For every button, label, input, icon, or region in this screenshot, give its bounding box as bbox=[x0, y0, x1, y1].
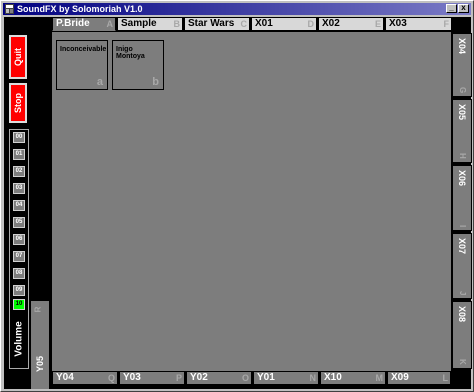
sound-pad-area: Inconceivable a Inigo Montoya b bbox=[52, 32, 451, 371]
tab-label: X07 bbox=[457, 238, 467, 255]
tab-key: I bbox=[458, 224, 467, 227]
tab-x05[interactable]: X05 H bbox=[452, 99, 472, 163]
pad-label: Inconceivable bbox=[60, 46, 107, 53]
tab-key: O bbox=[241, 373, 249, 383]
tab-key: F bbox=[443, 19, 450, 29]
sound-pad-b[interactable]: Inigo Montoya b bbox=[112, 40, 164, 90]
tab-key: N bbox=[309, 373, 317, 383]
client-area: Quit Stop 00 01 02 03 04 05 06 07 08 09 … bbox=[4, 17, 472, 389]
side-tab-label: Y05 bbox=[35, 355, 45, 373]
tab-label: Sample bbox=[121, 18, 157, 29]
volume-level-10[interactable]: 10 bbox=[13, 299, 25, 310]
tab-label: X01 bbox=[255, 18, 273, 29]
tab-label: X03 bbox=[389, 18, 407, 29]
tab-key: G bbox=[458, 86, 467, 93]
stop-button[interactable]: Stop bbox=[9, 83, 27, 123]
tab-key: B bbox=[173, 19, 181, 29]
volume-level-01[interactable]: 01 bbox=[13, 149, 25, 160]
tab-x07[interactable]: X07 J bbox=[452, 233, 472, 299]
side-tab-key: R bbox=[33, 306, 43, 313]
volume-level-06[interactable]: 06 bbox=[13, 234, 25, 245]
tab-label: Y01 bbox=[257, 372, 275, 383]
tab-sample[interactable]: Sample B bbox=[117, 17, 183, 31]
tab-x03[interactable]: X03 F bbox=[385, 17, 452, 31]
pad-key: b bbox=[152, 76, 159, 88]
tab-label: X10 bbox=[324, 372, 342, 383]
stop-label: Stop bbox=[13, 93, 23, 113]
tab-x04[interactable]: X04 G bbox=[452, 33, 472, 97]
quit-button[interactable]: Quit bbox=[9, 35, 27, 79]
volume-level-08[interactable]: 08 bbox=[13, 268, 25, 279]
tab-x06[interactable]: X06 I bbox=[452, 165, 472, 231]
volume-level-04[interactable]: 04 bbox=[13, 200, 25, 211]
close-button[interactable]: x bbox=[458, 4, 469, 13]
tab-x08[interactable]: X08 K bbox=[452, 301, 472, 369]
tab-key: H bbox=[458, 153, 467, 159]
quit-label: Quit bbox=[13, 48, 23, 66]
tab-label: X08 bbox=[457, 306, 467, 323]
soundfx-window: SoundFX by Solomoriah V1.0 _ x Quit Stop… bbox=[0, 0, 474, 392]
tab-y02[interactable]: Y02 O bbox=[186, 371, 252, 385]
tab-label: Star Wars bbox=[188, 18, 235, 29]
volume-level-00[interactable]: 00 bbox=[13, 132, 25, 143]
tab-label: Y03 bbox=[123, 372, 141, 383]
tab-key: D bbox=[307, 19, 315, 29]
side-tab-label-box: Y05 bbox=[31, 344, 49, 384]
tab-key: C bbox=[240, 19, 248, 29]
tab-key: P bbox=[175, 373, 182, 383]
app-icon bbox=[5, 4, 14, 14]
volume-level-02[interactable]: 02 bbox=[13, 166, 25, 177]
tab-label: X06 bbox=[457, 170, 467, 187]
volume-level-03[interactable]: 03 bbox=[13, 183, 25, 194]
window-title: SoundFX by Solomoriah V1.0 bbox=[17, 4, 143, 14]
tab-star-wars[interactable]: Star Wars C bbox=[184, 17, 250, 31]
tab-label: Y02 bbox=[190, 372, 208, 383]
minimize-icon: _ bbox=[449, 3, 454, 12]
close-icon: x bbox=[461, 3, 466, 12]
tab-key: E bbox=[374, 19, 381, 29]
tab-key: J bbox=[458, 290, 467, 295]
volume-level-05[interactable]: 05 bbox=[13, 217, 25, 228]
tab-x10[interactable]: X10 M bbox=[320, 371, 386, 385]
volume-panel: 00 01 02 03 04 05 06 07 08 09 10 Volume bbox=[9, 129, 29, 369]
tab-x09[interactable]: X09 L bbox=[387, 371, 451, 385]
tab-pbride[interactable]: P.Bride A bbox=[52, 17, 116, 31]
tab-key: A bbox=[106, 19, 114, 29]
title-bar[interactable]: SoundFX by Solomoriah V1.0 _ x bbox=[3, 3, 471, 15]
tab-key: Q bbox=[107, 373, 115, 383]
pad-key: a bbox=[96, 76, 103, 88]
volume-label-box: Volume bbox=[11, 311, 27, 367]
minimize-button[interactable]: _ bbox=[446, 4, 457, 13]
tab-label: X04 bbox=[457, 38, 467, 55]
tab-y03[interactable]: Y03 P bbox=[119, 371, 185, 385]
tab-x02[interactable]: X02 E bbox=[318, 17, 384, 31]
tab-key: K bbox=[458, 359, 467, 365]
pad-label: Inigo Montoya bbox=[116, 46, 145, 60]
tab-label: Y04 bbox=[56, 372, 74, 383]
tab-x01[interactable]: X01 D bbox=[251, 17, 317, 31]
sound-pad-a[interactable]: Inconceivable a bbox=[56, 40, 108, 90]
tab-key: M bbox=[375, 373, 384, 383]
volume-level-07[interactable]: 07 bbox=[13, 251, 25, 262]
tab-label: X09 bbox=[391, 372, 409, 383]
tab-label: X02 bbox=[322, 18, 340, 29]
tab-key: L bbox=[442, 373, 449, 383]
side-tab-y05[interactable]: R Y05 bbox=[31, 301, 49, 389]
tab-label: P.Bride bbox=[56, 18, 90, 29]
volume-level-09[interactable]: 09 bbox=[13, 285, 25, 296]
tab-label: X05 bbox=[457, 104, 467, 121]
tab-y04[interactable]: Y04 Q bbox=[52, 371, 118, 385]
tab-y01[interactable]: Y01 N bbox=[253, 371, 319, 385]
volume-label: Volume bbox=[13, 321, 25, 357]
